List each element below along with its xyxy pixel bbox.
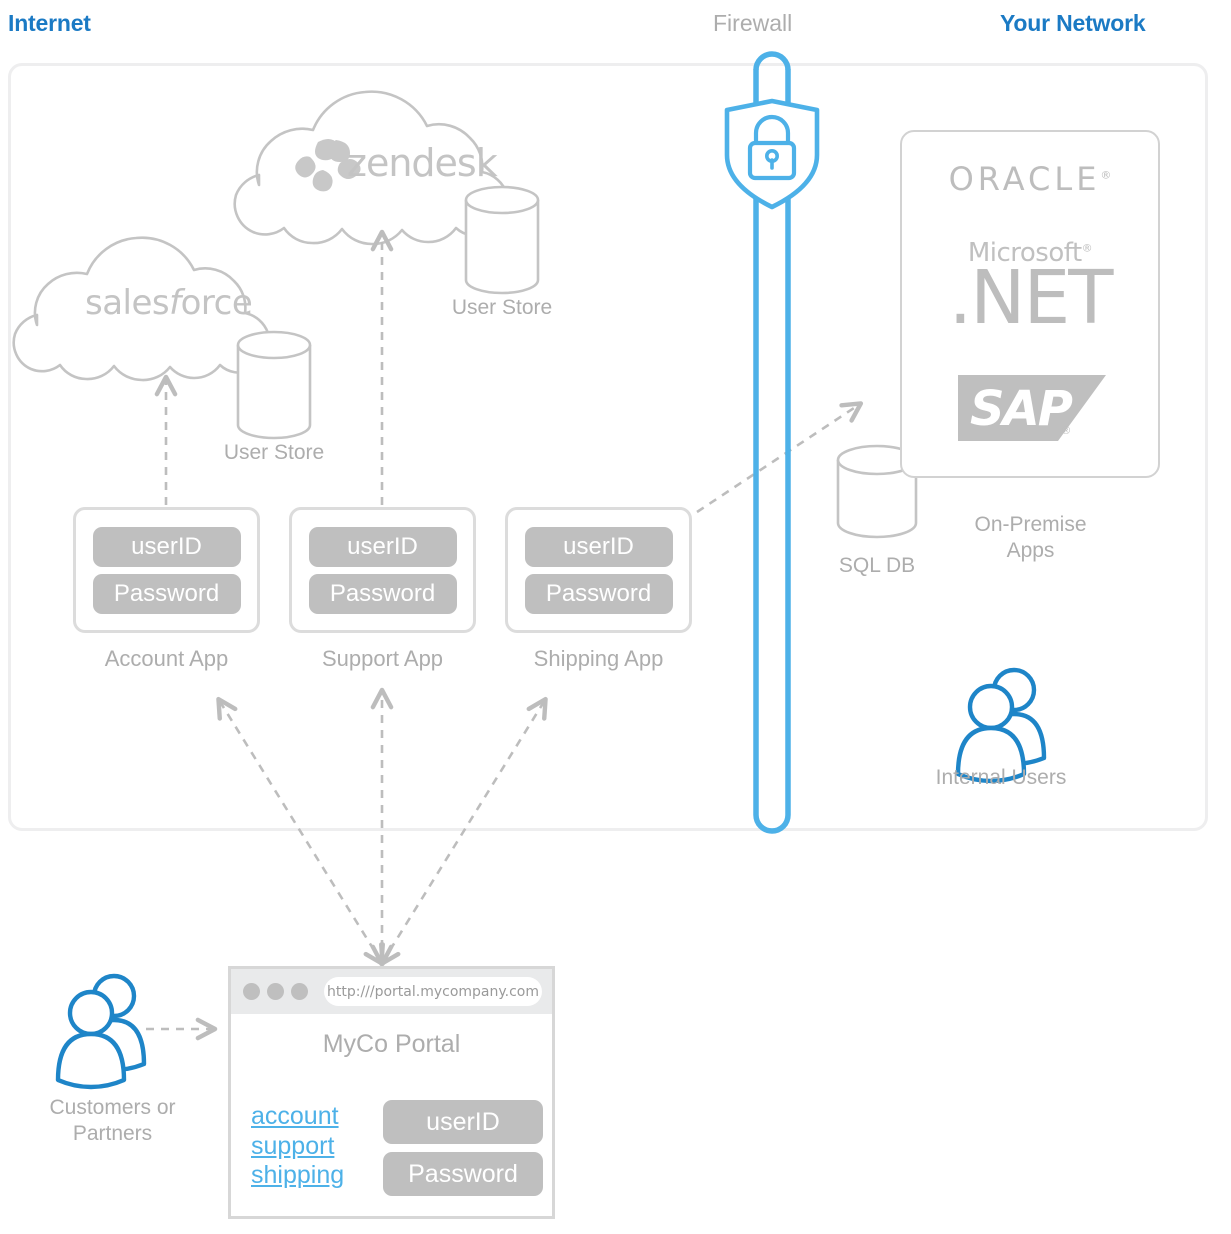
portal-userid-field[interactable]: userID (383, 1100, 543, 1144)
firewall-label: Firewall (713, 10, 793, 36)
oracle-logo-text: ORACLE (948, 160, 1101, 198)
browser-url-input[interactable]: http:///portal.mycompany.com (324, 977, 542, 1006)
shipping-app-userid-field[interactable]: userID (524, 526, 673, 567)
portal-login-fields: userID Password (383, 1100, 543, 1196)
support-app-label: Support App (321, 646, 444, 671)
portal-password-field[interactable]: Password (383, 1152, 543, 1196)
your-network-zone-label: Your Network (1000, 10, 1146, 36)
shipping-app-box[interactable]: userID Password (505, 507, 692, 633)
microsoft-logo-mark: ® (1081, 241, 1093, 255)
account-app-box[interactable]: userID Password (73, 507, 260, 633)
portal-browser-window[interactable]: http:///portal.mycompany.com MyCo Portal… (228, 966, 555, 1219)
support-app-password-field[interactable]: Password (308, 573, 457, 614)
oracle-logo: ORACLE® (902, 160, 1158, 198)
support-app-userid-field[interactable]: userID (308, 526, 457, 567)
portal-app-links: account support shipping (251, 1102, 344, 1191)
account-app-label: Account App (104, 646, 229, 671)
sap-logo-mark: ® (1062, 425, 1071, 437)
on-premise-caption-line2: Apps (1006, 538, 1055, 562)
account-app-password-field[interactable]: Password (92, 573, 241, 614)
users-icon-external (55, 973, 147, 1090)
zendesk-logo-text: zendesk (347, 141, 498, 185)
zendesk-user-store-label: User Store (451, 296, 553, 319)
external-users-line1: Customers or (49, 1096, 176, 1119)
portal-title: MyCo Portal (322, 1030, 461, 1058)
diagram-canvas: Internet Firewall Your Network salesforc… (0, 0, 1231, 1234)
salesforce-logo-prefix: sales (85, 283, 170, 323)
dotnet-logo: Microsoft® .NET (902, 238, 1158, 341)
sap-logo: SAP ® (958, 375, 1106, 441)
external-users-label: Customers or Partners (10, 1095, 215, 1146)
external-users-line2: Partners (72, 1121, 153, 1145)
support-app-box[interactable]: userID Password (289, 507, 476, 633)
browser-chrome-bar: http:///portal.mycompany.com (231, 969, 552, 1014)
dotnet-logo-text: .NET (948, 255, 1114, 341)
account-app-userid-field[interactable]: userID (92, 526, 241, 567)
shipping-app-password-field[interactable]: Password (524, 573, 673, 614)
portal-link-account[interactable]: account (251, 1102, 344, 1132)
salesforce-logo-text: salesforce (85, 283, 253, 323)
portal-link-shipping[interactable]: shipping (251, 1161, 344, 1191)
sap-logo-text: SAP (970, 381, 1073, 437)
salesforce-logo-italic: f (169, 283, 181, 323)
browser-dot-green[interactable] (291, 983, 308, 1000)
on-premise-apps-box: ORACLE® Microsoft® .NET SAP ® (900, 130, 1160, 478)
on-premise-apps-caption: On-Premise Apps (933, 512, 1128, 563)
browser-dot-red[interactable] (243, 983, 260, 1000)
salesforce-logo-suffix: orce (180, 283, 253, 323)
oracle-logo-mark: ® (1100, 168, 1112, 182)
internet-zone-label: Internet (8, 10, 91, 36)
internal-users-label: Internal Users (935, 766, 1067, 789)
salesforce-user-store-label: User Store (223, 441, 325, 464)
portal-link-support[interactable]: support (251, 1132, 344, 1162)
browser-dot-yellow[interactable] (267, 983, 284, 1000)
shipping-app-label: Shipping App (533, 646, 664, 671)
on-premise-caption-line1: On-Premise (974, 513, 1087, 536)
